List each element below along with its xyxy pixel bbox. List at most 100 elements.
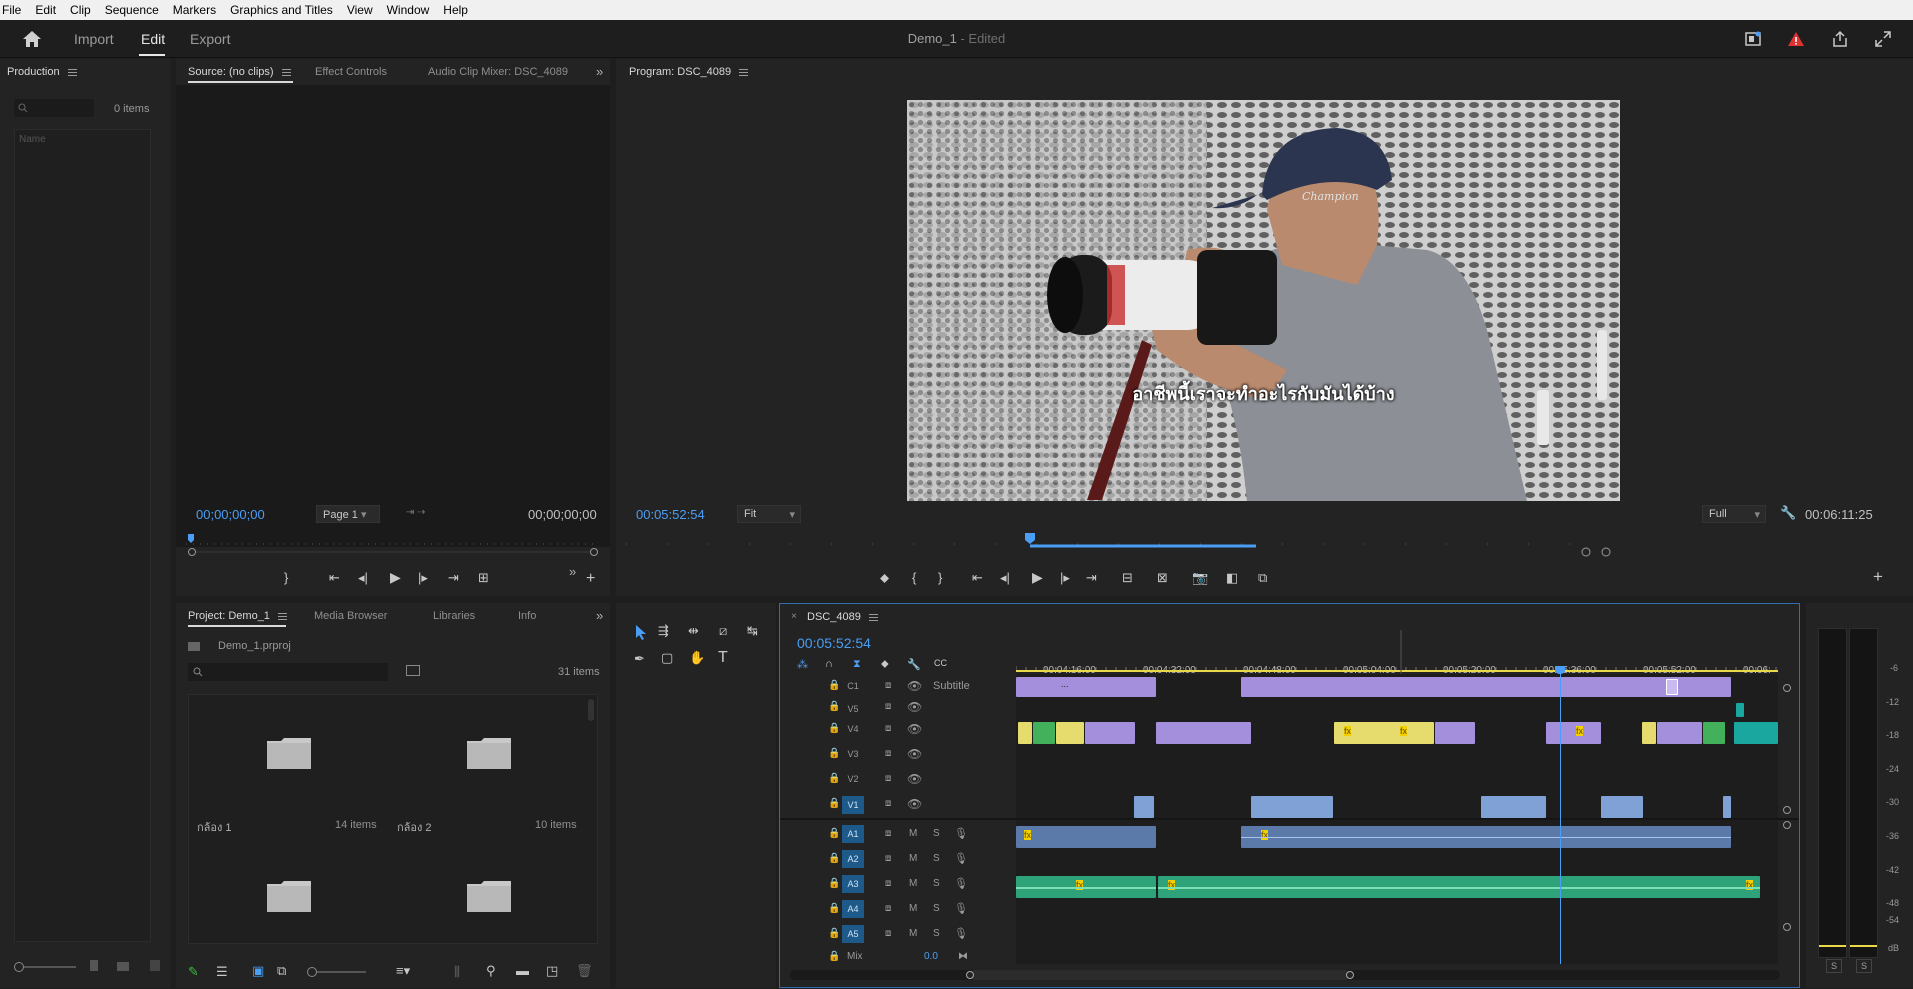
find-icon[interactable]: ⚲ (486, 963, 496, 979)
solo-button[interactable]: S (933, 903, 940, 914)
menu-view[interactable]: View (340, 0, 380, 20)
insert-icon[interactable]: ⊞ (478, 570, 489, 586)
mute-button[interactable]: M (909, 853, 917, 864)
warning-icon[interactable] (1787, 30, 1805, 48)
video-clip[interactable] (1601, 796, 1643, 818)
comparison-view-icon[interactable]: ◧ (1226, 570, 1238, 586)
source-timecode-in[interactable]: 00;00;00;00 (196, 507, 265, 522)
toggle-sync-icon[interactable]: ⧈ (885, 701, 891, 712)
panel-menu-icon[interactable] (868, 613, 878, 621)
toggle-sync-icon[interactable]: ⧈ (885, 680, 891, 691)
ripple-edit-tool-icon[interactable]: ⇹ (688, 623, 699, 639)
folder-icon[interactable] (467, 880, 511, 912)
menu-graphics-titles[interactable]: Graphics and Titles (223, 0, 340, 20)
video-clip[interactable] (1736, 703, 1744, 717)
tab-media-browser[interactable]: Media Browser (314, 610, 387, 622)
export-frame-icon[interactable]: 📷 (1192, 570, 1208, 586)
go-to-in-icon[interactable]: ⇤ (972, 570, 983, 586)
go-to-in-icon[interactable]: ⇤ (329, 570, 340, 586)
thumbnail-size-handle[interactable] (307, 967, 317, 977)
program-monitor-viewport[interactable]: Champion อาชีพนี้เราจะทำอะไรกับมันได้บ้า… (616, 85, 1913, 505)
share-icon[interactable] (1831, 30, 1849, 48)
subtitle-clip[interactable]: ... (1016, 677, 1156, 697)
mute-button[interactable]: M (909, 828, 917, 839)
fit-select[interactable]: Fit ▾ (737, 505, 801, 523)
selection-tool-icon[interactable] (634, 624, 648, 640)
track-label[interactable]: A4 (842, 900, 864, 918)
linked-selection-icon[interactable]: ⧗ (853, 658, 861, 671)
go-to-out-icon[interactable]: ⇥ (1086, 570, 1097, 586)
track-label[interactable]: A3 (842, 875, 864, 893)
menu-help[interactable]: Help (436, 0, 475, 20)
toggle-sync-icon[interactable]: ⧈ (885, 928, 891, 939)
lock-icon[interactable]: 🔒 (828, 903, 840, 914)
menu-window[interactable]: Window (380, 0, 437, 20)
track-label[interactable]: V4 (842, 720, 864, 738)
automate-icon[interactable]: ⫼ (454, 964, 460, 980)
timeline-ruler[interactable]: 00:04:16:00 00:04:32:00 00:04:48:00 00:0… (1016, 630, 1778, 676)
eye-icon[interactable]: 👁 (907, 722, 922, 736)
add-marker-icon[interactable]: ⬥ (880, 570, 889, 586)
solo-button[interactable]: S (933, 878, 940, 889)
video-clip[interactable] (1018, 722, 1032, 744)
add-button-icon[interactable]: + (1873, 567, 1883, 587)
step-back-icon[interactable]: ◂| (358, 570, 368, 586)
lift-icon[interactable]: ⊟ (1122, 570, 1133, 586)
track-label[interactable]: C1 (842, 677, 864, 695)
video-clip[interactable] (1251, 796, 1333, 818)
video-clip[interactable] (1033, 722, 1055, 744)
video-clip[interactable] (1134, 796, 1154, 818)
tab-audio-clip-mixer[interactable]: Audio Clip Mixer: DSC_4089 (428, 66, 568, 78)
fullscreen-icon[interactable] (1874, 30, 1892, 48)
track-label[interactable]: V3 (842, 745, 864, 763)
tab-libraries[interactable]: Libraries (433, 610, 475, 622)
lock-icon[interactable]: 🔒 (828, 723, 840, 734)
captions-icon[interactable]: CC (934, 658, 947, 668)
eye-icon[interactable]: 👁 (907, 700, 922, 714)
step-back-icon[interactable]: ◂| (1000, 570, 1010, 586)
lock-icon[interactable]: 🔒 (828, 748, 840, 759)
menu-clip[interactable]: Clip (63, 0, 98, 20)
eye-icon[interactable]: 👁 (907, 772, 922, 786)
lock-icon[interactable]: 🔒 (828, 828, 840, 839)
add-marker-icon[interactable]: ⬥ (881, 658, 889, 671)
extract-icon[interactable]: ⊠ (1157, 570, 1168, 586)
tab-info[interactable]: Info (518, 610, 536, 622)
type-tool-icon[interactable]: T (718, 649, 728, 667)
zoom-slider-handle[interactable] (14, 962, 24, 972)
toggle-sync-icon[interactable]: ⧈ (885, 723, 891, 734)
production-list[interactable]: Name (14, 129, 151, 942)
icon-view-icon[interactable]: ▣ (252, 963, 264, 979)
thumbnail-size-slider[interactable] (311, 971, 366, 973)
sequence-tab[interactable]: DSC_4089 (807, 611, 861, 623)
page-select[interactable]: Page 1 ▾ (316, 505, 380, 523)
program-time-ruler[interactable] (626, 533, 1896, 559)
mute-button[interactable]: M (909, 878, 917, 889)
solo-button[interactable]: S (933, 828, 940, 839)
toggle-proxies-icon[interactable]: ⧉ (1258, 570, 1267, 586)
video-clip[interactable] (1703, 722, 1725, 744)
insert-overwrite-icon[interactable]: ⇥ ⇢ (406, 507, 426, 518)
track-label[interactable]: V1 (842, 796, 864, 814)
lock-icon[interactable]: 🔒 (828, 798, 840, 809)
scrollbar[interactable] (588, 699, 594, 721)
toggle-sync-icon[interactable]: ⧈ (885, 903, 891, 914)
toggle-sync-icon[interactable]: ⧈ (885, 798, 891, 809)
video-clip[interactable] (1056, 722, 1084, 744)
folder-icon[interactable] (267, 880, 311, 912)
find-icon[interactable] (406, 665, 420, 676)
eye-icon[interactable]: 👁 (907, 797, 922, 811)
production-search-input[interactable] (14, 99, 94, 117)
toggle-sync-icon[interactable]: ⧈ (885, 878, 891, 889)
project-search-input[interactable] (188, 663, 388, 681)
more-controls-icon[interactable]: » (569, 564, 576, 579)
video-clip[interactable] (1723, 796, 1731, 818)
more-tabs-icon[interactable]: » (596, 64, 603, 79)
lock-icon[interactable]: 🔒 (828, 773, 840, 784)
lock-icon[interactable]: 🔒 (828, 928, 840, 939)
panel-menu-icon[interactable] (281, 68, 291, 76)
sort-icons-icon[interactable]: ≡▾ (396, 963, 410, 979)
solo-right-button[interactable]: S (1856, 959, 1872, 973)
hand-tool-icon[interactable]: ✋ (689, 650, 705, 666)
wrench-icon[interactable]: 🔧 (1780, 505, 1796, 521)
